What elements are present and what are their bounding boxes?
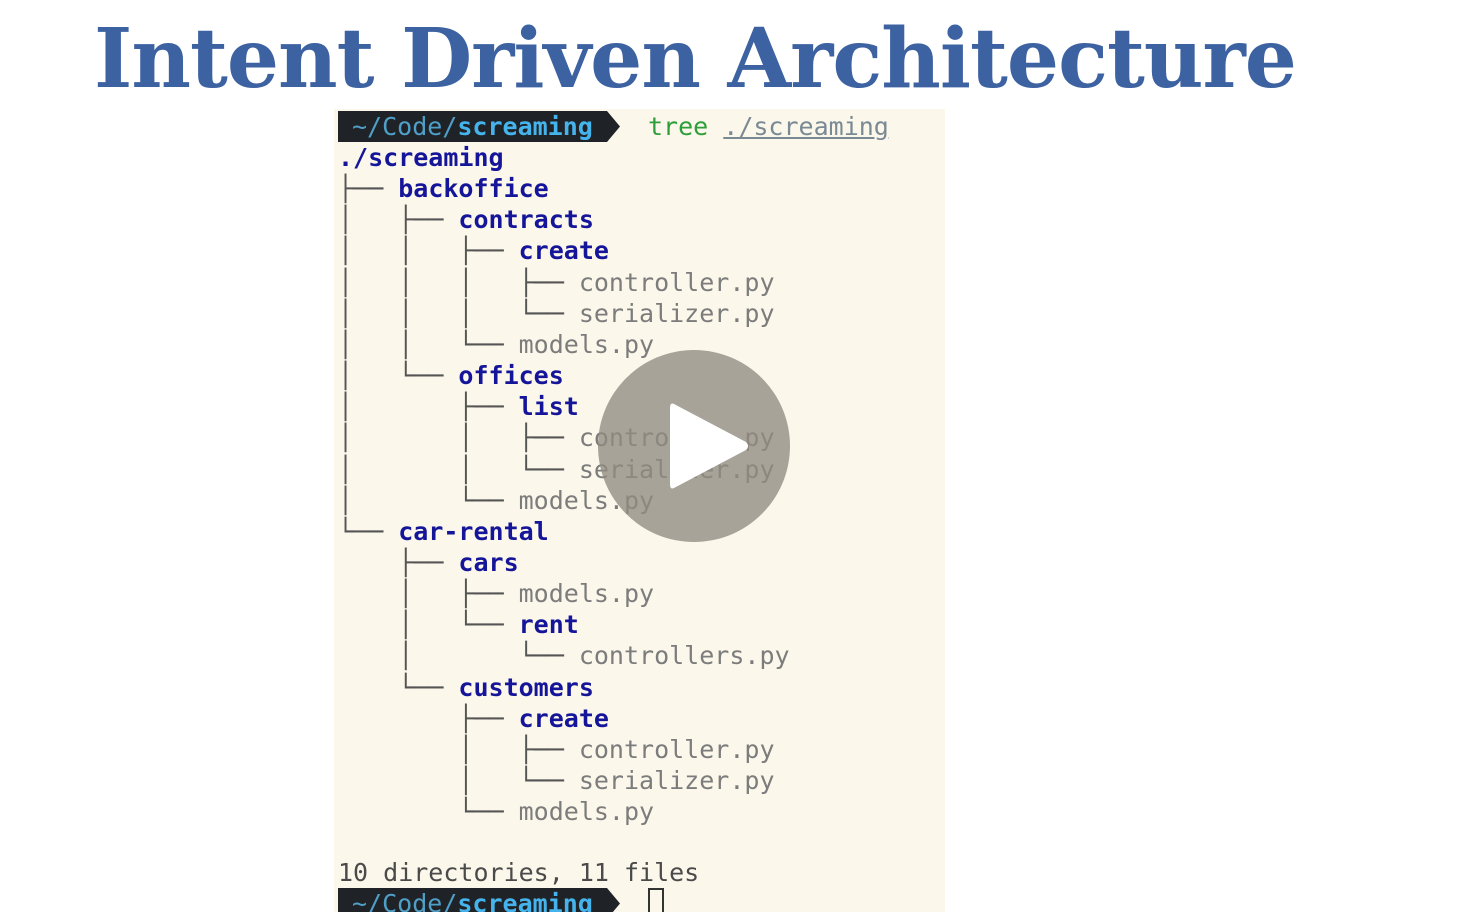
- tree-branch: │ └──: [338, 641, 579, 671]
- tree-file: │ └── models.py: [338, 485, 654, 516]
- tree-file: │ │ └── models.py: [338, 329, 654, 360]
- directory-name: contracts: [458, 205, 594, 235]
- directory-name: cars: [458, 547, 519, 577]
- prompt-path-current: screaming: [457, 112, 593, 141]
- file-name: controllers.py: [578, 641, 790, 671]
- directory-name: car-rental: [398, 516, 549, 546]
- tree-branch: └──: [338, 516, 399, 546]
- tree-directory: │ └── rent: [338, 609, 579, 640]
- file-name: serializer.py: [578, 298, 775, 328]
- tree-summary: 10 directories, 11 files: [338, 858, 700, 887]
- terminal-command: tree ./screaming: [648, 111, 889, 142]
- tree-branch: └──: [338, 672, 459, 702]
- tree-branch: │ │ └──: [338, 454, 579, 484]
- tree-file: │ ├── models.py: [338, 578, 654, 609]
- tree-branch: │ └──: [338, 766, 579, 795]
- directory-name: list: [518, 392, 579, 422]
- tree-file: └── models.py: [338, 796, 654, 827]
- tree-branch: │ │ ├──: [338, 423, 579, 453]
- file-name: serializer.py: [578, 766, 775, 795]
- tree-branch: │ ├──: [338, 734, 579, 764]
- tree-branch: ├──: [338, 547, 459, 577]
- directory-name: customers: [458, 672, 594, 702]
- tree-branch: │ ├──: [338, 205, 459, 235]
- tree-branch: │ │ └──: [338, 329, 519, 359]
- tree-branch: ├──: [338, 703, 519, 733]
- play-icon[interactable]: [668, 400, 750, 492]
- tree-branch: │ └──: [338, 361, 459, 391]
- tree-file: │ ├── controller.py: [338, 734, 775, 765]
- terminal-prompt: ~/Code/screaming: [338, 111, 620, 142]
- tree-branch: │ │ │ ├──: [338, 267, 579, 297]
- tree-directory: ├── cars: [338, 547, 519, 578]
- tree-branch: │ ├──: [338, 579, 519, 609]
- file-name: models.py: [518, 579, 655, 609]
- directory-name: offices: [458, 361, 564, 391]
- terminal-cursor: [648, 888, 664, 912]
- prompt-path-current: screaming: [457, 889, 593, 912]
- directory-name: rent: [518, 610, 579, 640]
- terminal-prompt-current: ~/Code/screaming: [338, 888, 620, 912]
- tree-directory: ├── backoffice: [338, 173, 549, 204]
- tree-branch: │ ├──: [338, 392, 519, 422]
- directory-name: ./screaming: [338, 143, 504, 172]
- tree-branch: │ │ │ └──: [338, 298, 579, 328]
- tree-branch: └──: [338, 797, 519, 827]
- tree-directory: └── customers: [338, 672, 594, 703]
- tree-directory: │ └── offices: [338, 360, 564, 391]
- tree-directory: └── car-rental: [338, 516, 549, 547]
- tree-directory: ./screaming: [338, 142, 504, 173]
- command-argument: ./screaming: [723, 112, 889, 141]
- directory-name: create: [518, 703, 609, 733]
- tree-file: │ │ │ ├── controller.py: [338, 267, 775, 298]
- tree-branch: ├──: [338, 174, 399, 204]
- tree-file: │ └── serializer.py: [338, 765, 775, 796]
- directory-name: backoffice: [398, 174, 549, 204]
- directory-name: create: [518, 236, 609, 266]
- tree-directory: │ ├── contracts: [338, 204, 594, 235]
- tree-directory: │ │ ├── create: [338, 235, 609, 266]
- slide-title: Intent Driven Architecture: [94, 11, 1297, 107]
- tree-branch: │ │ ├──: [338, 236, 519, 266]
- file-name: controller.py: [578, 267, 775, 297]
- tree-branch: │ └──: [338, 610, 519, 640]
- file-name: controller.py: [578, 734, 775, 764]
- prompt-path-prefix: ~/Code/: [352, 112, 458, 141]
- tree-branch: │ └──: [338, 485, 519, 515]
- file-name: models.py: [518, 329, 655, 359]
- command-name: tree: [648, 112, 709, 141]
- prompt-path-prefix: ~/Code/: [352, 889, 458, 912]
- tree-file: │ │ │ └── serializer.py: [338, 298, 775, 329]
- tree-directory: │ ├── list: [338, 391, 579, 422]
- tree-file: │ └── controllers.py: [338, 640, 790, 671]
- tree-directory: ├── create: [338, 703, 609, 734]
- file-name: models.py: [518, 797, 655, 827]
